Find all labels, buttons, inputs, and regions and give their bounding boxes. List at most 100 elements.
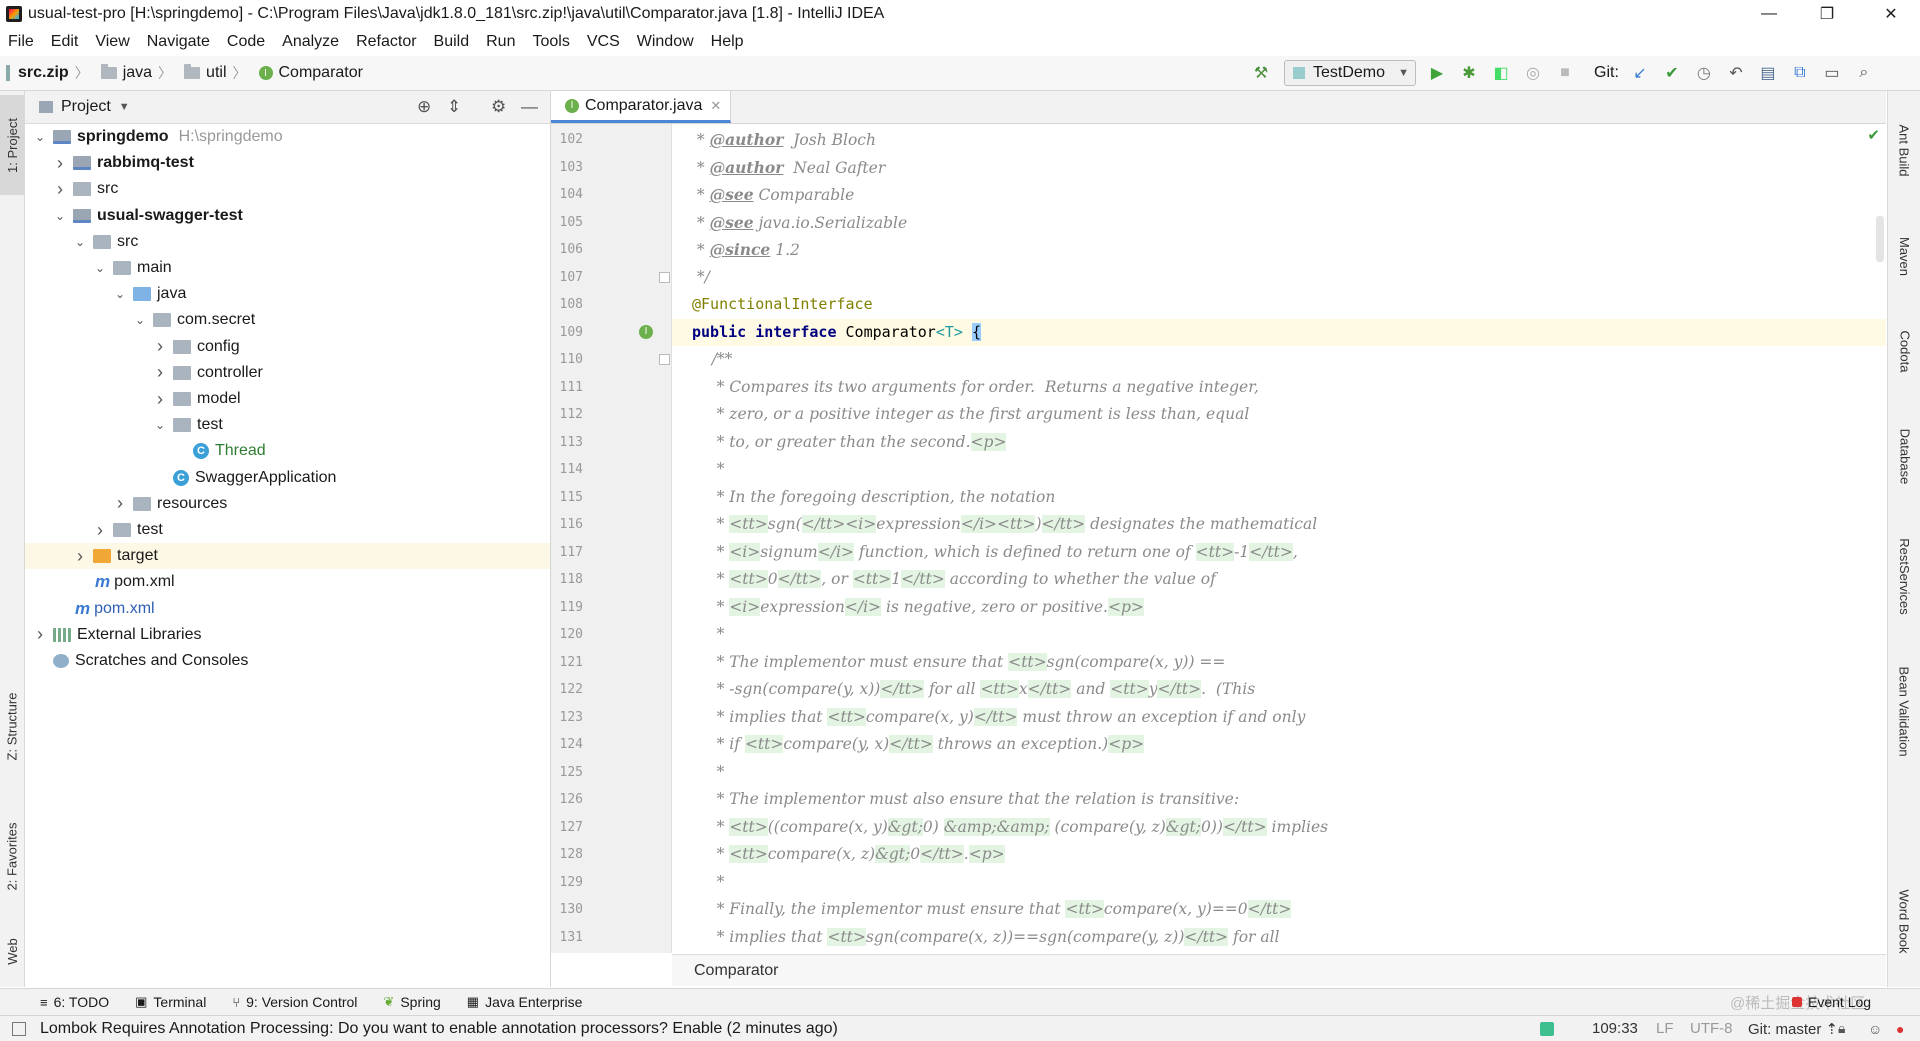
build-hammer-icon[interactable]: ⚒	[1250, 62, 1272, 84]
revert-icon[interactable]: ↶	[1725, 62, 1747, 84]
menu-code[interactable]: Code	[219, 33, 274, 51]
fold-marker-icon[interactable]	[659, 271, 670, 283]
chevron-right-icon[interactable]: ›	[153, 362, 167, 383]
editor-scrollbar[interactable]	[1876, 216, 1884, 262]
tree-item[interactable]: ⌄ java	[25, 281, 550, 307]
minimize-button[interactable]: —	[1740, 0, 1798, 28]
tree-item[interactable]: ⌄ com.secret	[25, 307, 550, 333]
tree-item[interactable]: › src	[25, 176, 550, 202]
status-message[interactable]: Lombok Requires Annotation Processing: D…	[40, 1020, 838, 1038]
breadcrumb-comparator[interactable]: I Comparator	[258, 64, 363, 82]
gear-icon[interactable]: ⚙	[491, 97, 506, 117]
tool-tab-database[interactable]: Database	[1888, 411, 1920, 501]
menu-vcs[interactable]: VCS	[579, 33, 629, 51]
menu-window[interactable]: Window	[629, 33, 703, 51]
chevron-right-icon[interactable]: ›	[53, 153, 67, 174]
tree-item[interactable]: › config	[25, 334, 550, 360]
tree-item[interactable]: ⌄ springdemo H:\springdemo	[25, 124, 550, 150]
breadcrumb-util[interactable]: util 〉	[184, 63, 252, 83]
vcs-history-icon[interactable]: ◷	[1693, 62, 1715, 84]
chevron-down-icon[interactable]: ⌄	[133, 313, 147, 327]
tree-item[interactable]: ⌄ test	[25, 412, 550, 438]
menu-edit[interactable]: Edit	[43, 33, 88, 51]
vcs-update-icon[interactable]: ↙	[1629, 62, 1651, 84]
lock-icon[interactable]: 🔒︎	[1838, 1020, 1845, 1037]
chevron-right-icon[interactable]: ›	[33, 624, 47, 645]
tree-item[interactable]: › resources	[25, 491, 550, 517]
close-button[interactable]: ✕	[1862, 0, 1920, 28]
chevron-down-icon[interactable]: ⌄	[153, 418, 167, 432]
project-panel-title[interactable]: Project	[61, 98, 111, 116]
editor-breadcrumb-label[interactable]: Comparator	[694, 962, 778, 980]
git-branch[interactable]: Git: master ⇡	[1748, 1020, 1838, 1038]
chevron-right-icon[interactable]: ›	[53, 179, 67, 200]
menu-analyze[interactable]: Analyze	[274, 33, 348, 51]
tree-item[interactable]: ⌄ usual-swagger-test	[25, 203, 550, 229]
translate-icon[interactable]: ⧉	[1789, 62, 1811, 84]
tool-java-enterprise[interactable]: ▦ Java Enterprise	[467, 994, 583, 1010]
memory-indicator-icon[interactable]: ●	[1896, 1021, 1904, 1037]
tool-terminal[interactable]: ▣ Terminal	[135, 994, 206, 1010]
breadcrumb-java[interactable]: java 〉	[100, 63, 178, 83]
close-tab-icon[interactable]: ✕	[710, 98, 721, 114]
tool-tab-bean-validation[interactable]: Bean Validation	[1888, 651, 1920, 771]
menu-help[interactable]: Help	[703, 33, 753, 51]
tool-tab-web[interactable]: Web	[0, 921, 24, 981]
tree-item[interactable]: C Thread	[25, 438, 550, 464]
tool-tab-ant-build[interactable]: Ant Build	[1888, 105, 1920, 195]
menu-navigate[interactable]: Navigate	[139, 33, 219, 51]
tree-item[interactable]: › External Libraries	[25, 622, 550, 648]
debug-icon[interactable]: ✱	[1458, 62, 1480, 84]
event-log-button[interactable]: Event Log	[1792, 994, 1871, 1010]
chevron-down-icon[interactable]: ⌄	[53, 209, 67, 223]
menu-tools[interactable]: Tools	[524, 33, 578, 51]
tree-item[interactable]: m pom.xml	[25, 569, 550, 595]
toggle-tool-windows-icon[interactable]	[12, 1021, 26, 1036]
locate-icon[interactable]: ⊕	[417, 97, 431, 117]
chevron-right-icon[interactable]: ›	[153, 389, 167, 410]
profile-icon[interactable]: ◎	[1522, 62, 1544, 84]
tool-todo[interactable]: ≡ 6: TODO	[40, 994, 109, 1010]
menu-refactor[interactable]: Refactor	[348, 33, 425, 51]
breadcrumb-src-zip[interactable]: src.zip 〉	[6, 63, 95, 83]
inspector-icon[interactable]: ☺	[1868, 1021, 1882, 1037]
run-config-select[interactable]: TestDemo ▼	[1284, 60, 1416, 86]
tree-item[interactable]: › test	[25, 517, 550, 543]
tool-tab-restservices[interactable]: RestServices	[1888, 521, 1920, 631]
line-separator[interactable]: LF	[1656, 1020, 1674, 1037]
menu-view[interactable]: View	[87, 33, 138, 51]
hide-panel-icon[interactable]: —	[521, 97, 538, 117]
chevron-right-icon[interactable]: ›	[113, 493, 127, 514]
tool-tab-favorites[interactable]: 2: Favorites	[0, 801, 24, 911]
tool-tab-project[interactable]: 1: Project	[0, 95, 24, 195]
code-editor[interactable]: * @author Josh Bloch * @author Neal Gaft…	[672, 124, 1886, 953]
tool-spring[interactable]: ❦ Spring	[383, 994, 440, 1010]
coverage-icon[interactable]: ◧	[1490, 62, 1512, 84]
maximize-button[interactable]: ❐	[1798, 0, 1856, 28]
tool-tab-word-book[interactable]: Word Book	[1888, 871, 1920, 971]
tree-item[interactable]: m pom.xml	[25, 596, 550, 622]
tree-item[interactable]: ⌄ main	[25, 255, 550, 281]
chevron-right-icon[interactable]: ›	[73, 546, 87, 567]
tree-item[interactable]: › model	[25, 386, 550, 412]
run-icon[interactable]: ▶	[1426, 62, 1448, 84]
collapse-all-icon[interactable]: ⇕	[447, 97, 461, 117]
tree-item[interactable]: Scratches and Consoles	[25, 648, 550, 674]
menu-file[interactable]: File	[0, 33, 43, 51]
stop-icon[interactable]: ■	[1554, 62, 1576, 84]
chevron-right-icon[interactable]: ›	[153, 336, 167, 357]
tool-tab-structure[interactable]: Z: Structure	[0, 671, 24, 781]
menu-run[interactable]: Run	[478, 33, 524, 51]
tool-version-control[interactable]: ⑂ 9: Version Control	[232, 994, 357, 1010]
codota-status-icon[interactable]	[1540, 1021, 1554, 1036]
tree-item[interactable]: › target	[25, 543, 550, 570]
file-encoding[interactable]: UTF-8	[1690, 1020, 1733, 1037]
tree-item[interactable]: › controller	[25, 360, 550, 386]
chevron-down-icon[interactable]: ⌄	[33, 130, 47, 144]
vcs-commit-icon[interactable]: ✔	[1661, 62, 1683, 84]
tree-item[interactable]: ⌄ src	[25, 229, 550, 255]
menu-build[interactable]: Build	[426, 33, 479, 51]
caret-position[interactable]: 109:33	[1592, 1020, 1638, 1037]
tool-tab-codota[interactable]: Codota	[1888, 311, 1920, 391]
fold-marker-icon[interactable]	[659, 354, 670, 365]
